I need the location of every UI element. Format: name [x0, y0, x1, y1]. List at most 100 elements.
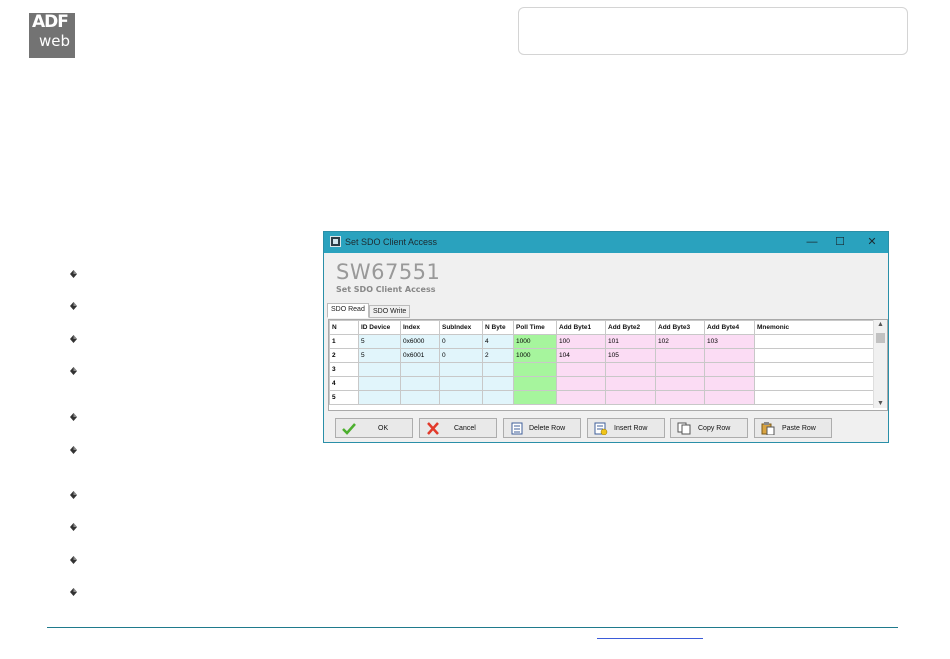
table-row[interactable]: 2 5 0x6001 0 2 1000 104 105	[329, 348, 874, 363]
table-cell[interactable]	[513, 376, 557, 391]
table-cell[interactable]	[605, 362, 656, 377]
table-cell[interactable]	[400, 362, 440, 377]
bullet-icon	[70, 523, 77, 531]
table-row[interactable]: 3	[329, 362, 874, 377]
table-cell[interactable]	[754, 334, 874, 349]
bullet-icon	[70, 302, 77, 310]
insert-row-button[interactable]: Insert Row	[587, 418, 665, 438]
window-titlebar: Set SDO Client Access — ☐ ✕	[324, 232, 888, 253]
bullet-icon	[70, 367, 77, 375]
row-number: 1	[329, 334, 359, 349]
table-cell[interactable]: 101	[605, 334, 656, 349]
sdo-table: N ID Device Index SubIndex N Byte Poll T…	[329, 320, 874, 405]
table-cell[interactable]	[482, 390, 514, 405]
table-cell[interactable]	[605, 390, 656, 405]
cancel-label: Cancel	[454, 425, 476, 432]
sdo-read-grid[interactable]: N ID Device Index SubIndex N Byte Poll T…	[328, 319, 888, 411]
table-cell[interactable]	[754, 390, 874, 405]
scroll-down-icon[interactable]: ▼	[874, 400, 887, 407]
table-cell[interactable]: 105	[605, 348, 656, 363]
table-cell[interactable]	[482, 362, 514, 377]
table-cell[interactable]	[655, 376, 705, 391]
table-cell[interactable]	[655, 348, 705, 363]
table-cell[interactable]	[358, 362, 401, 377]
table-cell[interactable]	[754, 348, 874, 363]
table-row[interactable]: 4	[329, 376, 874, 391]
row-number: 4	[329, 376, 359, 391]
table-cell[interactable]	[439, 376, 483, 391]
paste-icon	[761, 422, 775, 435]
close-button[interactable]: ✕	[864, 235, 880, 249]
table-cell[interactable]	[400, 376, 440, 391]
header-info-box	[518, 7, 908, 55]
tab-sdo-write[interactable]: SDO Write	[369, 305, 411, 318]
table-cell[interactable]	[513, 390, 557, 405]
col-header-add-byte2: Add Byte2	[605, 320, 656, 335]
table-cell[interactable]: 0	[439, 348, 483, 363]
table-cell[interactable]	[439, 362, 483, 377]
table-cell[interactable]	[655, 390, 705, 405]
cancel-x-icon	[427, 422, 439, 435]
delete-row-icon	[511, 422, 523, 435]
cancel-button[interactable]: Cancel	[419, 418, 497, 438]
bullet-icon	[70, 413, 77, 421]
minimize-button[interactable]: —	[804, 235, 820, 249]
scroll-thumb[interactable]	[876, 333, 885, 343]
table-cell[interactable]	[439, 390, 483, 405]
ok-label: OK	[378, 425, 389, 432]
table-cell[interactable]	[358, 390, 401, 405]
table-cell[interactable]	[513, 362, 557, 377]
table-cell[interactable]: 0	[439, 334, 483, 349]
col-header-n-byte: N Byte	[482, 320, 514, 335]
table-cell[interactable]	[704, 376, 755, 391]
table-row[interactable]: 5	[329, 390, 874, 405]
table-cell[interactable]	[400, 390, 440, 405]
table-cell[interactable]	[358, 376, 401, 391]
bullet-icon	[70, 556, 77, 564]
table-cell[interactable]: 0x6000	[400, 334, 440, 349]
delete-row-label: Delete Row	[529, 425, 566, 432]
footer-link-underline[interactable]	[597, 638, 703, 639]
table-cell[interactable]: 1000	[513, 348, 557, 363]
table-cell[interactable]	[556, 376, 606, 391]
insert-row-icon	[594, 422, 608, 435]
table-cell[interactable]	[556, 390, 606, 405]
table-cell[interactable]: 1000	[513, 334, 557, 349]
table-cell[interactable]	[754, 362, 874, 377]
table-cell[interactable]: 5	[358, 348, 401, 363]
col-header-add-byte1: Add Byte1	[556, 320, 606, 335]
table-cell[interactable]: 4	[482, 334, 514, 349]
copy-row-button[interactable]: Copy Row	[670, 418, 748, 438]
table-cell[interactable]	[605, 376, 656, 391]
grid-scrollbar[interactable]: ▲ ▼	[873, 320, 887, 408]
delete-row-button[interactable]: Delete Row	[503, 418, 581, 438]
table-cell[interactable]	[704, 390, 755, 405]
table-cell[interactable]	[482, 376, 514, 391]
maximize-button[interactable]: ☐	[832, 235, 848, 249]
table-cell[interactable]: 104	[556, 348, 606, 363]
row-number: 2	[329, 348, 359, 363]
table-cell[interactable]	[704, 348, 755, 363]
table-cell[interactable]	[655, 362, 705, 377]
table-header-row: N ID Device Index SubIndex N Byte Poll T…	[329, 320, 874, 335]
logo-text-adf: ADF	[32, 12, 69, 32]
tab-sdo-read[interactable]: SDO Read	[327, 303, 369, 318]
table-cell[interactable]: 103	[704, 334, 755, 349]
footer-divider	[47, 627, 898, 628]
table-cell[interactable]	[556, 362, 606, 377]
table-cell[interactable]	[754, 376, 874, 391]
bullet-icon	[70, 446, 77, 454]
bullet-icon	[70, 491, 77, 499]
table-cell[interactable]: 2	[482, 348, 514, 363]
table-cell[interactable]: 100	[556, 334, 606, 349]
col-header-add-byte4: Add Byte4	[704, 320, 755, 335]
table-cell[interactable]	[704, 362, 755, 377]
table-row[interactable]: 1 5 0x6000 0 4 1000 100 101 102 103	[329, 334, 874, 349]
table-cell[interactable]: 0x6001	[400, 348, 440, 363]
table-cell[interactable]: 5	[358, 334, 401, 349]
ok-button[interactable]: OK	[335, 418, 413, 438]
scroll-up-icon[interactable]: ▲	[874, 321, 887, 328]
table-cell[interactable]: 102	[655, 334, 705, 349]
window-title: Set SDO Client Access	[345, 237, 438, 247]
paste-row-button[interactable]: Paste Row	[754, 418, 832, 438]
